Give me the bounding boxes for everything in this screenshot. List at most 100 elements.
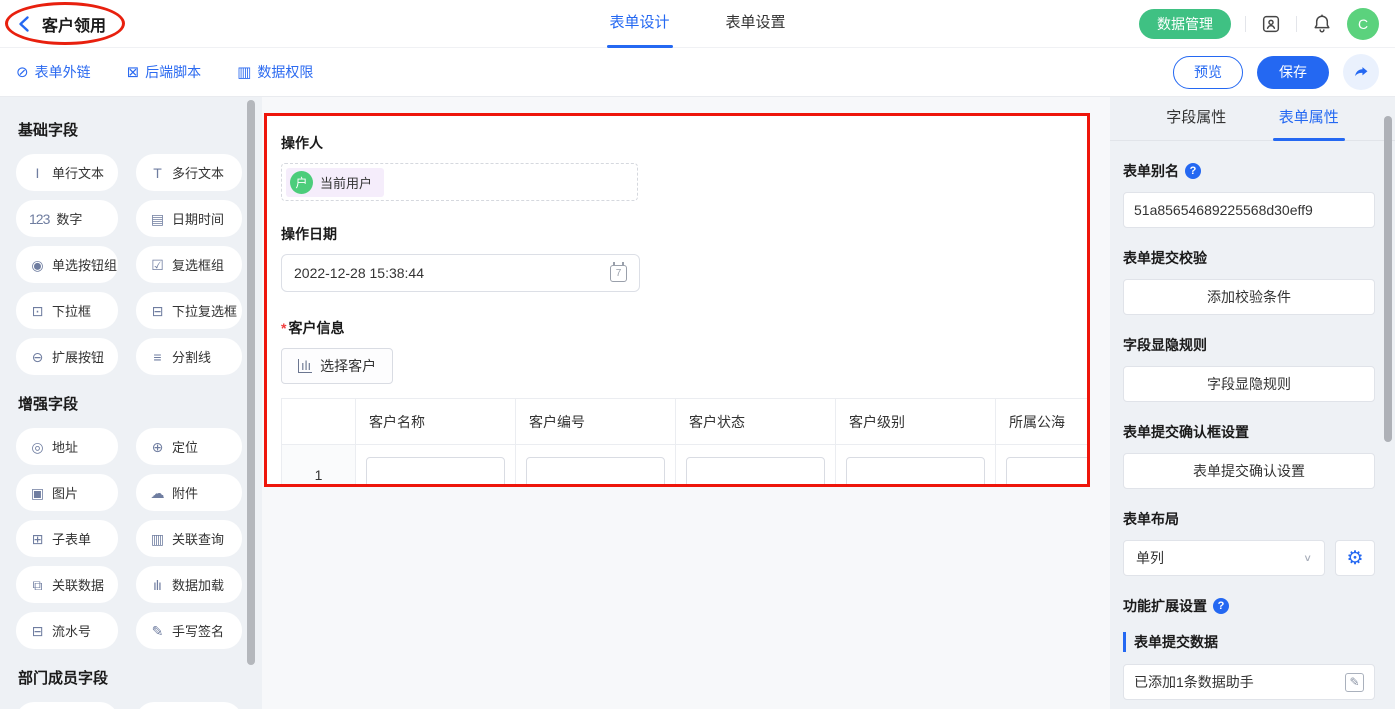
user-tag-avatar-icon: 户 [290,171,313,194]
notification-bell-icon[interactable] [1311,13,1333,35]
operator-field-input[interactable]: 户 当前用户 [281,163,638,201]
field-type-icon: ◎ [29,440,45,454]
submit-data-value: 已添加1条数据助手 [1134,672,1254,692]
gear-icon: ⚙ [1346,549,1363,568]
layout-select[interactable]: 单列 ∨ [1123,540,1325,576]
confirm-box-button[interactable]: 表单提交确认设置 [1123,453,1375,489]
preview-button[interactable]: 预览 [1173,56,1243,89]
field-type-label: 图片 [52,483,78,502]
script-icon: ⊠ [127,65,140,80]
toolbar-item-external-link[interactable]: ⊘ 表单外链 [16,62,91,82]
column-header: 客户状态 [676,399,836,445]
field-type-label: 流水号 [52,621,91,640]
share-button[interactable] [1343,54,1379,90]
calendar-icon[interactable]: 7 [610,265,627,282]
toolbar-item-data-permission[interactable]: ▥ 数据权限 [237,62,313,82]
field-type-item[interactable]: ✎ 手写签名 [136,612,242,649]
back-chevron-icon[interactable] [16,15,34,33]
user-tag-label: 当前用户 [320,173,372,192]
field-type-icon: ≡ [149,350,165,364]
layout-settings-button[interactable]: ⚙ [1335,540,1375,576]
field-type-item[interactable]: ▣ 图片 [16,474,118,511]
form-alias-input[interactable]: 51a85654689225568d30eff9 [1123,192,1375,228]
sidebar-scrollbar-thumb[interactable] [247,100,255,665]
layout-select-value: 单列 [1136,548,1164,568]
submit-data-label: 表单提交数据 [1123,632,1375,652]
submit-data-input[interactable]: 已添加1条数据助手 ✎ [1123,664,1375,700]
tab-form-settings[interactable]: 表单设置 [726,0,786,48]
field-type-icon: ılı [149,578,165,592]
user-avatar[interactable]: C [1347,8,1379,40]
field-type-item[interactable]: ◉ 单选按钮组 [16,246,118,283]
table-cell [836,445,996,488]
form-layout-label: 表单布局 [1123,509,1375,529]
field-type-item[interactable]: ⊟ 流水号 [16,612,118,649]
field-type-item[interactable]: 123 数字 [16,200,118,237]
tab-form-properties[interactable]: 表单属性 [1279,97,1339,141]
field-type-icon: I [29,166,45,180]
field-type-item[interactable]: ⊖ 扩展按钮 [16,338,118,375]
field-type-item[interactable]: ☑ 复选框组 [136,246,242,283]
field-type-icon: ⊟ [29,624,45,638]
field-type-label: 关联数据 [52,575,104,594]
panel-scrollbar-thumb[interactable] [1384,116,1392,442]
field-type-label: 附件 [172,483,198,502]
date-field-input[interactable]: 2022-12-28 15:38:44 7 [281,254,640,292]
column-header: 客户编号 [516,399,676,445]
field-type-item[interactable]: ≡ 分割线 [136,338,242,375]
field-type-item[interactable]: I 单行文本 [16,154,118,191]
field-type-icon: ⊕ [149,440,165,454]
cell-input[interactable] [846,457,985,488]
subtable-header-row: 客户名称客户编号客户状态客户级别所属公海 [282,399,1091,445]
field-type-label: 手写签名 [172,621,224,640]
section-title-enhanced-fields: 增强字段 [18,393,252,414]
field-type-icon: ▤ [149,212,165,226]
help-question-icon[interactable]: ? [1213,598,1229,614]
back-navigation[interactable]: 客户领用 [0,12,106,36]
field-type-item[interactable]: ☁ 附件 [136,474,242,511]
help-question-icon[interactable]: ? [1185,163,1201,179]
field-type-label: 单行文本 [52,163,104,182]
field-type-item[interactable]: ♙ 成员多选 [136,702,242,709]
field-type-item[interactable]: ⊞ 子表单 [16,520,118,557]
select-customer-button[interactable]: ılı 选择客户 [281,348,393,384]
add-validation-button[interactable]: 添加校验条件 [1123,279,1375,315]
table-cell [516,445,676,488]
save-button[interactable]: 保存 [1257,56,1329,89]
cell-input[interactable] [1006,457,1090,488]
toolbar-item-backend-script[interactable]: ⊠ 后端脚本 [127,62,202,82]
field-type-label: 下拉复选框 [172,301,237,320]
section-title-member-fields: 部门成员字段 [18,667,252,688]
field-type-label: 下拉框 [52,301,91,320]
field-type-item[interactable]: ♙ 成员单选 [16,702,118,709]
tab-form-design[interactable]: 表单设计 [609,0,669,48]
confirm-box-label: 表单提交确认框设置 [1123,422,1375,442]
field-type-label: 扩展按钮 [52,347,104,366]
edit-pencil-icon[interactable]: ✎ [1345,673,1364,692]
field-type-icon: ▣ [29,486,45,500]
field-type-label: 数字 [56,209,82,228]
cell-input[interactable] [686,457,825,488]
current-user-tag[interactable]: 户 当前用户 [286,168,384,197]
field-type-item[interactable]: ◎ 地址 [16,428,118,465]
field-visibility-button[interactable]: 字段显隐规则 [1123,366,1375,402]
cell-input[interactable] [366,457,505,488]
field-type-item[interactable]: ⧉ 关联数据 [16,566,118,603]
field-type-item[interactable]: ▤ 日期时间 [136,200,242,237]
subtable-data-row: 1 [282,445,1091,488]
data-manage-button[interactable]: 数据管理 [1139,9,1231,39]
field-type-item[interactable]: ⊟ 下拉复选框 [136,292,242,329]
field-type-item[interactable]: ılı 数据加载 [136,566,242,603]
tab-field-properties[interactable]: 字段属性 [1166,97,1226,141]
contact-card-icon[interactable] [1260,13,1282,35]
bar-chart-icon: ılı [298,359,312,373]
field-type-icon: ☁ [149,486,165,500]
field-type-icon: ⊖ [29,350,45,364]
field-type-item[interactable]: T 多行文本 [136,154,242,191]
field-type-item[interactable]: ⊕ 定位 [136,428,242,465]
field-type-item[interactable]: ▥ 关联查询 [136,520,242,557]
app-header: 客户领用 表单设计 表单设置 数据管理 C [0,0,1395,48]
data-permission-icon: ▥ [237,65,251,80]
cell-input[interactable] [526,457,665,488]
field-type-item[interactable]: ⊡ 下拉框 [16,292,118,329]
